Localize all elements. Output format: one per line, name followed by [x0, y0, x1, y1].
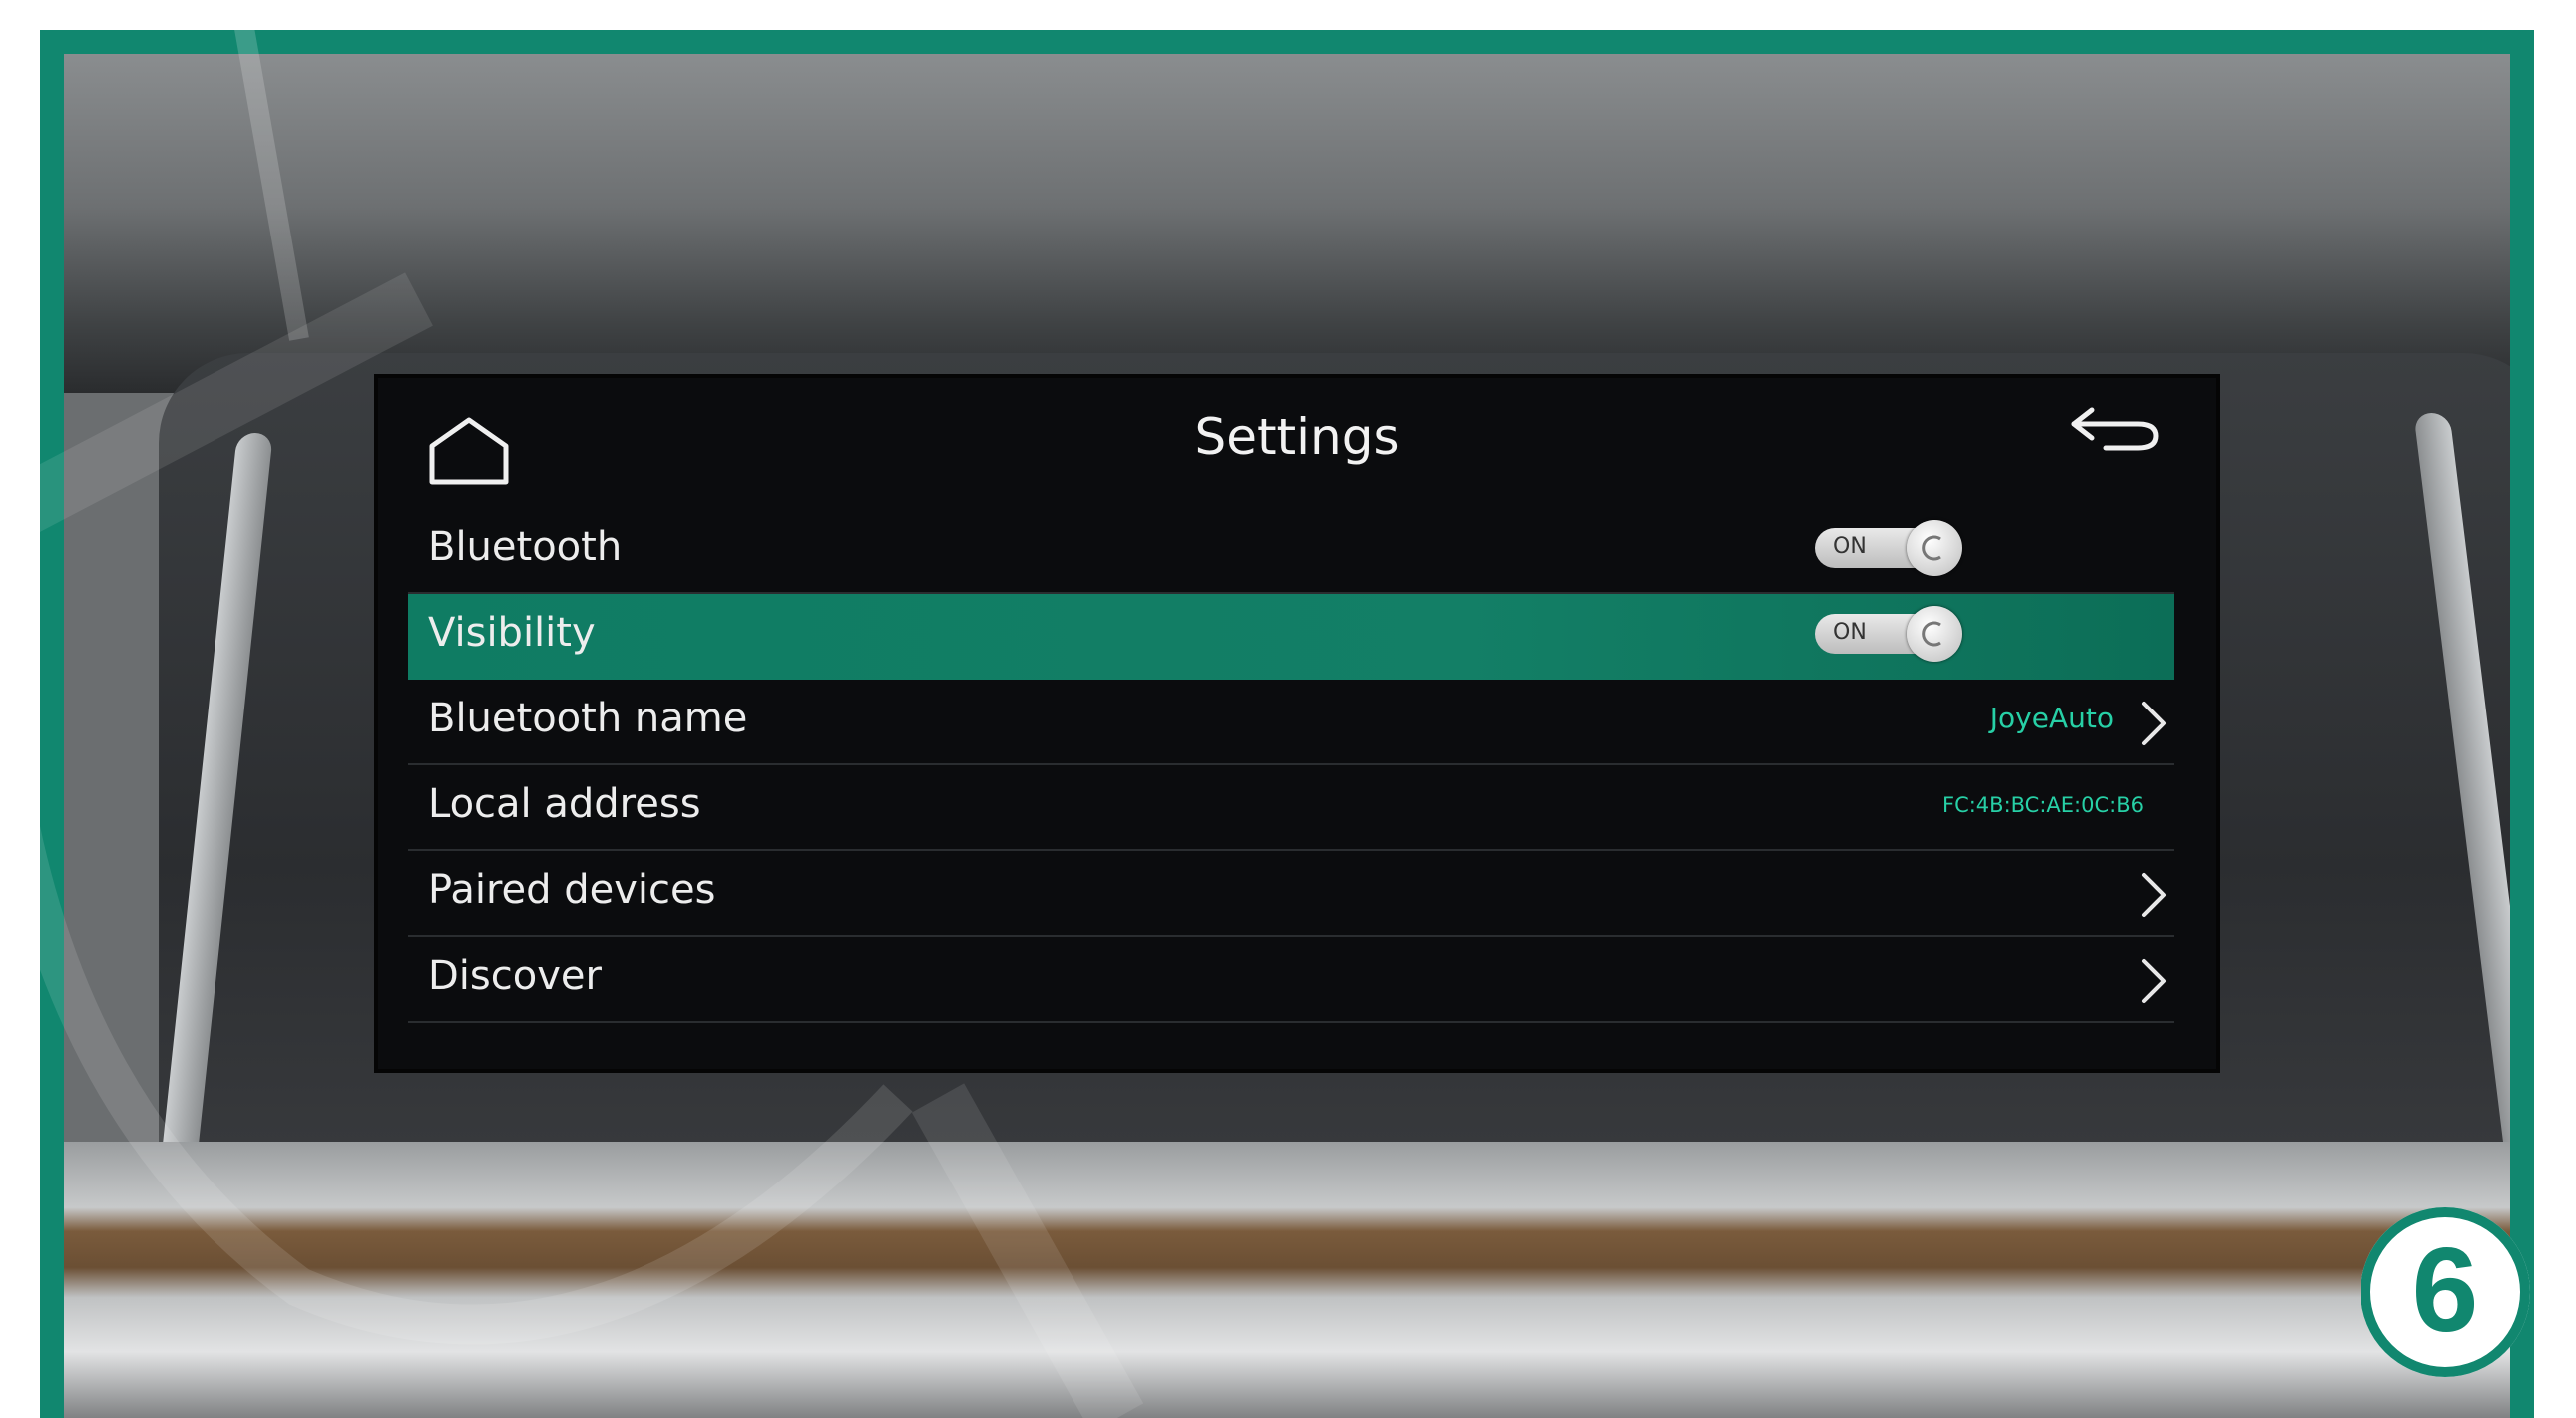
dashboard-top [64, 54, 2510, 393]
setting-row-bluetooth[interactable]: Bluetooth ON [408, 508, 2174, 594]
setting-row-discover[interactable]: Discover [408, 937, 2174, 1023]
bluetooth-name-value: JoyeAuto [1989, 702, 2114, 734]
chevron-right-icon [2134, 698, 2174, 749]
visibility-toggle[interactable]: ON [1815, 606, 1962, 662]
toggle-state: ON [1833, 534, 1867, 559]
toggle-knob [1907, 606, 1962, 662]
dashboard-bottom [64, 1142, 2510, 1418]
toggle-knob [1907, 520, 1962, 576]
row-label: Discover [428, 953, 602, 999]
row-label: Local address [428, 781, 701, 827]
top-bar: Settings [378, 378, 2216, 493]
setting-row-local-address: Local address FC:4B:BC:AE:0C:B6 [408, 765, 2174, 851]
setting-row-paired-devices[interactable]: Paired devices [408, 851, 2174, 937]
row-label: Bluetooth [428, 524, 623, 570]
toggle-state: ON [1833, 620, 1867, 645]
row-label: Paired devices [428, 867, 716, 913]
bluetooth-toggle[interactable]: ON [1815, 520, 1962, 576]
step-number-badge: 6 [2361, 1207, 2530, 1377]
head-unit-screen: Settings Bluetooth ON Visibility ON Blue… [374, 374, 2220, 1073]
setting-row-visibility[interactable]: Visibility ON [408, 594, 2174, 680]
page-title: Settings [1194, 408, 1400, 466]
back-arrow-icon[interactable] [2066, 400, 2166, 460]
chevron-right-icon [2134, 869, 2174, 921]
row-label: Bluetooth name [428, 696, 748, 741]
step-number: 6 [2411, 1223, 2479, 1357]
chevron-right-icon [2134, 955, 2174, 1007]
local-address-value: FC:4B:BC:AE:0C:B6 [1941, 793, 2144, 817]
setting-row-bluetooth-name[interactable]: Bluetooth name JoyeAuto [408, 680, 2174, 765]
row-label: Visibility [428, 610, 596, 656]
